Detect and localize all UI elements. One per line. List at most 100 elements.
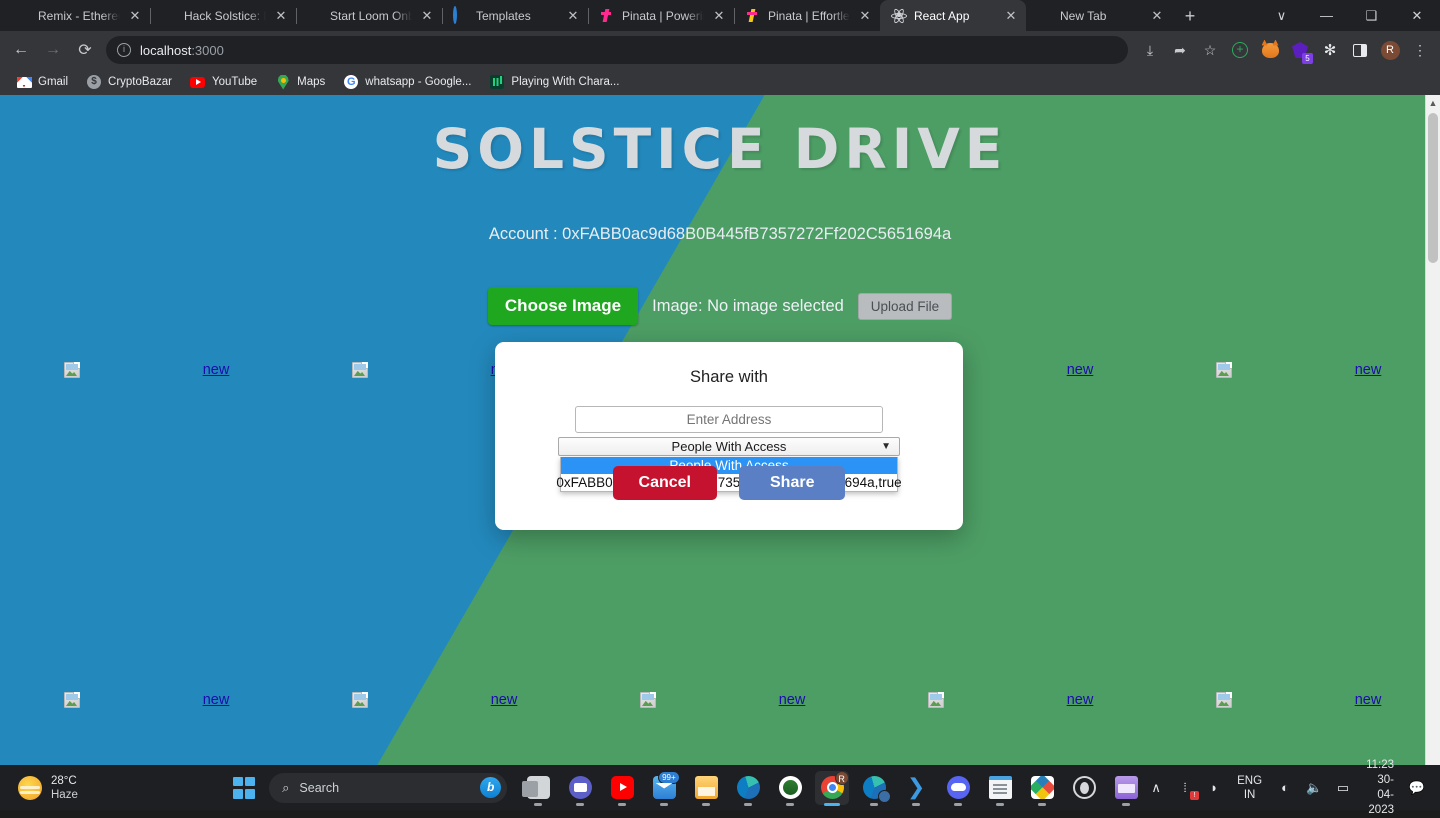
wifi-icon[interactable]: ◐ — [1272, 771, 1298, 805]
browser-toolbar: ← → ⟳ i localhost:3000 ⤓ ➦ ☆ + 5 ✻ R ⋮ — [0, 31, 1440, 69]
notifications-icon[interactable]: 💬 — [1404, 771, 1430, 805]
tab-close-icon[interactable]: ✕ — [1149, 8, 1165, 24]
notion-icon — [161, 8, 177, 24]
window-controls: ∨ — ❑ ✕ — [1259, 0, 1440, 31]
chrome-menu-icon[interactable]: ⋮ — [1406, 36, 1434, 64]
windows-taskbar: 28°C Haze ⌕ Search b 99+ R ❯ — [0, 765, 1440, 810]
reload-button[interactable]: ⟳ — [70, 35, 100, 65]
tab-label: Hack Solstice: Das — [184, 9, 266, 23]
bookmark-label: YouTube — [212, 76, 257, 88]
windows-logo-icon — [233, 777, 255, 799]
browser-tab-templates[interactable]: Templates ✕ — [442, 0, 588, 31]
maximize-button[interactable]: ❑ — [1349, 0, 1394, 31]
taskbar-apps: ⌕ Search b 99+ R ❯ — [227, 771, 1143, 805]
volume-icon[interactable]: 🔈 — [1301, 771, 1327, 805]
clipchamp-icon — [1115, 776, 1138, 799]
taskbar-search[interactable]: ⌕ Search b — [269, 773, 507, 803]
tab-close-icon[interactable]: ✕ — [857, 8, 873, 24]
browser-tab-pinata-powering[interactable]: Pinata | Powering ✕ — [588, 0, 734, 31]
close-button[interactable]: ✕ — [1394, 0, 1440, 31]
tab-close-icon[interactable]: ✕ — [127, 8, 143, 24]
bookmark-gmail[interactable]: Gmail — [8, 71, 76, 93]
metamask-icon[interactable] — [1256, 36, 1284, 64]
network-status-icon[interactable]: ⦙ ! — [1172, 771, 1198, 805]
taskbar-app-chrome[interactable]: R — [815, 771, 849, 805]
taskbar-app-file-explorer[interactable] — [689, 771, 723, 805]
tab-close-icon[interactable]: ✕ — [273, 8, 289, 24]
bookmark-label: whatsapp - Google... — [365, 76, 471, 88]
taskbar-app-notepad[interactable] — [983, 771, 1017, 805]
access-select[interactable]: People With Access ▼ — [558, 437, 900, 456]
edge-profile-icon — [863, 776, 886, 799]
extension-purple-icon[interactable]: 5 — [1286, 36, 1314, 64]
taskbar-app-teams[interactable] — [563, 771, 597, 805]
dialog-title: Share with — [495, 368, 963, 387]
taskbar-app-clipchamp[interactable] — [1109, 771, 1143, 805]
side-panel-icon[interactable] — [1346, 36, 1374, 64]
share-button[interactable]: Share — [739, 466, 845, 500]
tab-close-icon[interactable]: ✕ — [1003, 8, 1019, 24]
taskbar-app-edge[interactable] — [731, 771, 765, 805]
address-input[interactable] — [575, 406, 883, 433]
browser-tab-remix[interactable]: Remix - Ethereum ✕ — [4, 0, 150, 31]
tray-expand-icon[interactable]: ∧ — [1143, 771, 1169, 805]
oval-icon — [779, 776, 802, 799]
bookmark-star-icon[interactable]: ☆ — [1196, 36, 1224, 64]
search-placeholder: Search — [299, 781, 339, 795]
browser-tab-start-loom[interactable]: Start Loom Onboa ✕ — [296, 0, 442, 31]
play-icon — [489, 74, 505, 90]
tab-close-icon[interactable]: ✕ — [419, 8, 435, 24]
tab-close-icon[interactable]: ✕ — [565, 8, 581, 24]
bookmark-whatsapp[interactable]: G whatsapp - Google... — [335, 71, 479, 93]
notepad-icon — [989, 776, 1012, 799]
tab-label: Templates — [476, 9, 558, 23]
site-info-icon[interactable]: i — [117, 43, 131, 57]
taskbar-app-vs-code[interactable]: ❯ — [899, 771, 933, 805]
bing-icon[interactable]: b — [480, 777, 501, 798]
bookmark-youtube[interactable]: YouTube — [182, 71, 265, 93]
taskbar-app-discord[interactable] — [941, 771, 975, 805]
tab-close-icon[interactable]: ✕ — [711, 8, 727, 24]
taskbar-app-youtube[interactable] — [605, 771, 639, 805]
weather-widget[interactable]: 28°C Haze — [0, 774, 227, 802]
bookmark-maps[interactable]: Maps — [267, 71, 333, 93]
tab-label: Pinata | Powering — [622, 9, 704, 23]
forward-button[interactable]: → — [38, 35, 68, 65]
taskbar-app-oval[interactable] — [773, 771, 807, 805]
back-button[interactable]: ← — [6, 35, 36, 65]
minimize-button[interactable]: — — [1304, 0, 1349, 31]
taskbar-app-paint[interactable] — [1025, 771, 1059, 805]
tab-label: Start Loom Onboa — [330, 9, 412, 23]
browser-tab-react-app[interactable]: React App ✕ — [880, 0, 1026, 31]
taskbar-app-mail[interactable]: 99+ — [647, 771, 681, 805]
browser-tab-pinata-effortless[interactable]: Pinata | Effortless ✕ — [734, 0, 880, 31]
bookmark-playing-with-characters[interactable]: Playing With Chara... — [481, 71, 627, 93]
folder-icon — [695, 776, 718, 799]
taskbar-app-obs[interactable] — [1067, 771, 1101, 805]
tab-search-icon[interactable]: ∨ — [1259, 0, 1304, 31]
taskbar-app-edge-profile[interactable] — [857, 771, 891, 805]
start-button[interactable] — [227, 771, 261, 805]
browser-tab-new-tab[interactable]: New Tab ✕ — [1026, 0, 1172, 31]
profile-avatar[interactable]: R — [1376, 36, 1404, 64]
battery-icon[interactable]: ▭ — [1330, 771, 1356, 805]
bookmarks-bar: Gmail $ CryptoBazar YouTube Maps G whats… — [0, 69, 1440, 95]
extensions-puzzle-icon[interactable]: ✻ — [1316, 36, 1344, 64]
task-view-icon — [527, 776, 550, 799]
youtube-icon — [611, 776, 634, 799]
cancel-button[interactable]: Cancel — [613, 466, 717, 500]
taskbar-app-task-view[interactable] — [521, 771, 555, 805]
browser-tab-hack-solstice[interactable]: Hack Solstice: Das ✕ — [150, 0, 296, 31]
bookmark-cryptobazar[interactable]: $ CryptoBazar — [78, 71, 180, 93]
address-bar[interactable]: i localhost:3000 — [106, 36, 1128, 64]
page-viewport: SOLSTICE DRIVE Account : 0xFABB0ac9d68B0… — [0, 95, 1440, 765]
paint-icon — [1031, 776, 1054, 799]
edge-icon — [737, 776, 760, 799]
add-extension-icon[interactable]: + — [1226, 36, 1254, 64]
share-icon[interactable]: ➦ — [1166, 36, 1194, 64]
microphone-icon[interactable]: ◗ — [1201, 771, 1227, 805]
clock[interactable]: 11:23 30-04-2023 — [1359, 758, 1401, 818]
install-icon[interactable]: ⤓ — [1136, 36, 1164, 64]
new-tab-button[interactable]: + — [1176, 3, 1204, 31]
language-indicator[interactable]: ENG IN — [1230, 774, 1269, 802]
